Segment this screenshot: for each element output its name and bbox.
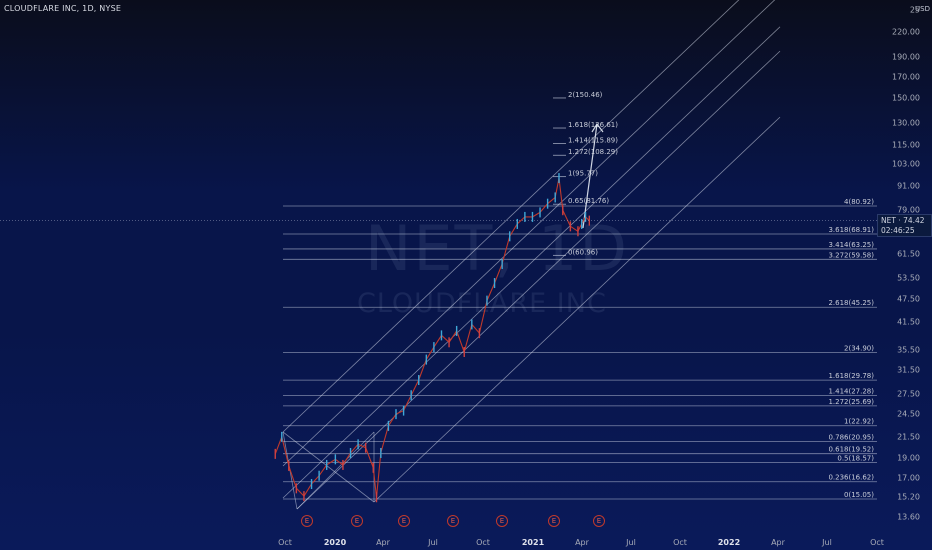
fib-extension-label: 2(150.46) [568,91,603,99]
price-tick-label: 47.50 [897,294,920,304]
channel-line [282,0,740,433]
price-tick-label: 35.50 [897,345,920,355]
channel-line [282,0,776,467]
time-tick-label: Oct [673,538,687,547]
earnings-marker-icon[interactable]: E [447,515,459,527]
price-tick-label: 17.00 [897,473,920,483]
time-tick-label: Jul [626,538,636,547]
price-tick-label: 31.50 [897,365,920,375]
channel-handle-line [296,431,375,510]
price-tick-label: 170.00 [892,72,920,82]
earnings-marker-icon[interactable]: E [301,515,313,527]
time-tick-label: Apr [771,538,785,547]
fib-level-label: 1.414(27.28) [828,387,874,395]
channel-line [282,26,781,499]
parallel-channel [282,0,781,510]
price-axis[interactable]: USD 25 220.00 190.00 170.00 150.00 130.00 115.… [890,0,932,550]
price-tick-label: 24.50 [897,409,920,419]
fib-level-label: 4(80.92) [844,198,874,206]
fib-level-label: 1(22.92) [844,418,874,426]
time-tick-label: Apr [376,538,390,547]
time-tick-label: Apr [575,538,589,547]
fib-level-label: 3.272(59.58) [828,251,874,259]
time-tick-label: 2020 [323,538,347,547]
price-tick-label: 41.50 [897,317,920,327]
price-tick-label: 150.00 [892,93,920,103]
price-tick-label: 130.00 [892,118,920,128]
price-tick-label: 53.50 [897,273,920,283]
last-price-tag: NET · 74.42 02:46:25 [877,214,932,237]
fib-level-label: 2(34.90) [844,344,874,352]
fib-level-label: 0.5(18.57) [837,454,874,462]
price-tick-label: 25 [909,5,920,14]
fib-level-label: 0.236(16.62) [828,474,874,482]
time-tick-label: Oct [278,538,292,547]
bar-countdown: 02:46:25 [881,226,915,235]
price-tick-label: 15.20 [897,492,920,502]
price-tick-label: 115.00 [892,140,920,150]
fib-level-label: 1.618(29.78) [828,372,874,380]
time-tick-label: 2021 [521,538,545,547]
channel-line [296,50,781,510]
price-tick-label: 61.50 [897,249,920,259]
fib-level-label: 3.618(68.91) [828,226,874,234]
earnings-marker-icon[interactable]: E [496,515,508,527]
fib-extension-levels: 2(150.46)1.618(126.61)1.414(115.89)1.272… [553,91,618,256]
fib-level-label: 2.618(45.25) [828,299,874,307]
fib-extension-label: 1.618(126.61) [568,121,618,129]
price-tick-label: 190.00 [892,52,920,62]
price-tick-label: 220.00 [892,27,920,37]
fib-level-label: 0(15.05) [844,491,874,499]
price-tick-label: 13.60 [897,512,920,522]
earnings-marker-icon[interactable]: E [548,515,560,527]
price-tick-label: 21.50 [897,432,920,442]
time-tick-label: Oct [870,538,884,547]
price-tick-label: 27.50 [897,389,920,399]
earnings-marker-icon[interactable]: E [398,515,410,527]
time-tick-label: Oct [476,538,490,547]
price-tick-label: 91.00 [897,181,920,191]
fib-level-label: 1.272(25.69) [828,398,874,406]
fib-level-label: 0.618(19.52) [828,446,874,454]
price-line [274,177,590,498]
earnings-marker-icon[interactable]: E [351,515,363,527]
price-series [274,173,591,503]
fib-extension-label: 1(95.77) [568,170,598,178]
time-tick-label: Jul [428,538,438,547]
fib-level-label: 0.786(20.95) [828,433,874,441]
price-tick-label: 19.00 [897,453,920,463]
fib-extension-label: 0.65(81.76) [568,197,609,205]
fib-extension-label: 1.414(115.89) [568,136,618,144]
fib-extension-label: 0(60.96) [568,248,598,256]
last-price-label: NET · 74.42 [881,216,925,225]
price-tick-label: 103.00 [892,159,920,169]
time-tick-label: 2022 [717,538,741,547]
price-chart[interactable]: 4(80.92) 3.618(68.91) 3.414(63.25) 3.272(59… [0,0,932,550]
time-tick-label: Jul [822,538,832,547]
earnings-marker-icon[interactable]: E [593,515,605,527]
fib-retracement-levels: 4(80.92) 3.618(68.91) 3.414(63.25) 3.272(59… [283,198,877,500]
fib-level-label: 3.414(63.25) [828,241,874,249]
